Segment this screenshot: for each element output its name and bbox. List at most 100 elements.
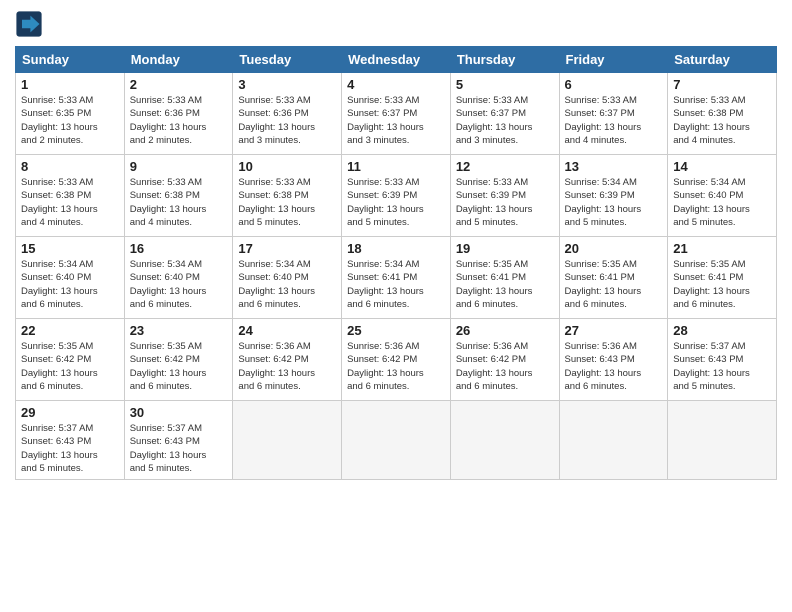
cell-content: Sunrise: 5:34 AMSunset: 6:39 PMDaylight:…	[565, 176, 663, 229]
calendar-cell: 27Sunrise: 5:36 AMSunset: 6:43 PMDayligh…	[559, 319, 668, 401]
cell-line: Sunset: 6:42 PM	[347, 353, 445, 366]
cell-content: Sunrise: 5:33 AMSunset: 6:36 PMDaylight:…	[130, 94, 228, 147]
cell-line: Daylight: 13 hours	[21, 121, 119, 134]
header	[15, 10, 777, 38]
cell-line: Sunrise: 5:33 AM	[238, 94, 336, 107]
calendar-cell: 15Sunrise: 5:34 AMSunset: 6:40 PMDayligh…	[16, 237, 125, 319]
cell-line: Daylight: 13 hours	[565, 285, 663, 298]
cell-line: and 6 minutes.	[130, 380, 228, 393]
cell-line: and 5 minutes.	[21, 462, 119, 475]
cell-line: Sunrise: 5:35 AM	[565, 258, 663, 271]
calendar-cell	[450, 401, 559, 480]
cell-line: and 6 minutes.	[456, 380, 554, 393]
cell-content: Sunrise: 5:37 AMSunset: 6:43 PMDaylight:…	[21, 422, 119, 475]
cell-line: Sunrise: 5:33 AM	[21, 176, 119, 189]
cell-line: Sunset: 6:41 PM	[565, 271, 663, 284]
cell-line: Daylight: 13 hours	[21, 367, 119, 380]
day-number: 23	[130, 323, 228, 338]
day-number: 6	[565, 77, 663, 92]
cell-line: and 6 minutes.	[565, 380, 663, 393]
cell-content: Sunrise: 5:36 AMSunset: 6:42 PMDaylight:…	[456, 340, 554, 393]
week-row-4: 22Sunrise: 5:35 AMSunset: 6:42 PMDayligh…	[16, 319, 777, 401]
cell-content: Sunrise: 5:36 AMSunset: 6:42 PMDaylight:…	[238, 340, 336, 393]
cell-line: Sunrise: 5:35 AM	[21, 340, 119, 353]
cell-line: Sunrise: 5:37 AM	[673, 340, 771, 353]
day-number: 16	[130, 241, 228, 256]
weekday-header-tuesday: Tuesday	[233, 47, 342, 73]
calendar-table: SundayMondayTuesdayWednesdayThursdayFrid…	[15, 46, 777, 480]
day-number: 18	[347, 241, 445, 256]
calendar-cell: 25Sunrise: 5:36 AMSunset: 6:42 PMDayligh…	[342, 319, 451, 401]
calendar-cell: 9Sunrise: 5:33 AMSunset: 6:38 PMDaylight…	[124, 155, 233, 237]
calendar-cell: 7Sunrise: 5:33 AMSunset: 6:38 PMDaylight…	[668, 73, 777, 155]
cell-line: Sunset: 6:38 PM	[130, 189, 228, 202]
cell-content: Sunrise: 5:35 AMSunset: 6:41 PMDaylight:…	[456, 258, 554, 311]
cell-line: Sunrise: 5:36 AM	[565, 340, 663, 353]
cell-line: Sunset: 6:43 PM	[673, 353, 771, 366]
cell-line: Sunset: 6:36 PM	[130, 107, 228, 120]
calendar-cell: 13Sunrise: 5:34 AMSunset: 6:39 PMDayligh…	[559, 155, 668, 237]
cell-content: Sunrise: 5:37 AMSunset: 6:43 PMDaylight:…	[130, 422, 228, 475]
cell-line: Daylight: 13 hours	[130, 285, 228, 298]
cell-line: Sunset: 6:35 PM	[21, 107, 119, 120]
cell-line: Daylight: 13 hours	[673, 203, 771, 216]
cell-content: Sunrise: 5:36 AMSunset: 6:42 PMDaylight:…	[347, 340, 445, 393]
cell-content: Sunrise: 5:33 AMSunset: 6:35 PMDaylight:…	[21, 94, 119, 147]
cell-line: Sunrise: 5:35 AM	[673, 258, 771, 271]
calendar-cell: 17Sunrise: 5:34 AMSunset: 6:40 PMDayligh…	[233, 237, 342, 319]
calendar-cell: 8Sunrise: 5:33 AMSunset: 6:38 PMDaylight…	[16, 155, 125, 237]
cell-content: Sunrise: 5:35 AMSunset: 6:41 PMDaylight:…	[565, 258, 663, 311]
cell-line: Sunrise: 5:37 AM	[21, 422, 119, 435]
cell-line: Sunrise: 5:34 AM	[238, 258, 336, 271]
cell-line: and 6 minutes.	[130, 298, 228, 311]
cell-line: Daylight: 13 hours	[130, 203, 228, 216]
cell-content: Sunrise: 5:33 AMSunset: 6:37 PMDaylight:…	[456, 94, 554, 147]
calendar-cell	[559, 401, 668, 480]
cell-content: Sunrise: 5:33 AMSunset: 6:37 PMDaylight:…	[565, 94, 663, 147]
weekday-header-monday: Monday	[124, 47, 233, 73]
cell-line: Sunrise: 5:36 AM	[347, 340, 445, 353]
day-number: 10	[238, 159, 336, 174]
cell-line: and 6 minutes.	[238, 298, 336, 311]
page: SundayMondayTuesdayWednesdayThursdayFrid…	[0, 0, 792, 612]
cell-line: Sunrise: 5:33 AM	[130, 176, 228, 189]
cell-line: and 6 minutes.	[347, 298, 445, 311]
cell-line: and 2 minutes.	[130, 134, 228, 147]
cell-line: Sunrise: 5:33 AM	[456, 94, 554, 107]
day-number: 3	[238, 77, 336, 92]
calendar-cell: 18Sunrise: 5:34 AMSunset: 6:41 PMDayligh…	[342, 237, 451, 319]
cell-line: Daylight: 13 hours	[21, 449, 119, 462]
cell-line: Sunset: 6:43 PM	[130, 435, 228, 448]
cell-line: Daylight: 13 hours	[456, 203, 554, 216]
day-number: 11	[347, 159, 445, 174]
week-row-5: 29Sunrise: 5:37 AMSunset: 6:43 PMDayligh…	[16, 401, 777, 480]
cell-line: Sunrise: 5:34 AM	[673, 176, 771, 189]
cell-line: Sunset: 6:39 PM	[347, 189, 445, 202]
cell-line: Sunset: 6:38 PM	[238, 189, 336, 202]
day-number: 19	[456, 241, 554, 256]
day-number: 1	[21, 77, 119, 92]
cell-line: Sunset: 6:37 PM	[565, 107, 663, 120]
cell-line: and 5 minutes.	[130, 462, 228, 475]
calendar-cell: 30Sunrise: 5:37 AMSunset: 6:43 PMDayligh…	[124, 401, 233, 480]
cell-line: and 3 minutes.	[456, 134, 554, 147]
calendar-cell: 10Sunrise: 5:33 AMSunset: 6:38 PMDayligh…	[233, 155, 342, 237]
cell-content: Sunrise: 5:35 AMSunset: 6:42 PMDaylight:…	[21, 340, 119, 393]
cell-content: Sunrise: 5:36 AMSunset: 6:43 PMDaylight:…	[565, 340, 663, 393]
cell-line: Sunrise: 5:36 AM	[238, 340, 336, 353]
calendar-cell: 12Sunrise: 5:33 AMSunset: 6:39 PMDayligh…	[450, 155, 559, 237]
cell-line: Daylight: 13 hours	[130, 367, 228, 380]
cell-line: Daylight: 13 hours	[238, 285, 336, 298]
cell-line: Sunset: 6:41 PM	[673, 271, 771, 284]
calendar-cell	[233, 401, 342, 480]
cell-content: Sunrise: 5:33 AMSunset: 6:37 PMDaylight:…	[347, 94, 445, 147]
calendar-cell: 22Sunrise: 5:35 AMSunset: 6:42 PMDayligh…	[16, 319, 125, 401]
cell-line: Daylight: 13 hours	[347, 203, 445, 216]
weekday-header-friday: Friday	[559, 47, 668, 73]
cell-content: Sunrise: 5:34 AMSunset: 6:40 PMDaylight:…	[130, 258, 228, 311]
weekday-header-wednesday: Wednesday	[342, 47, 451, 73]
cell-line: and 6 minutes.	[21, 298, 119, 311]
cell-line: Daylight: 13 hours	[673, 285, 771, 298]
cell-line: and 5 minutes.	[238, 216, 336, 229]
cell-line: Sunrise: 5:33 AM	[456, 176, 554, 189]
